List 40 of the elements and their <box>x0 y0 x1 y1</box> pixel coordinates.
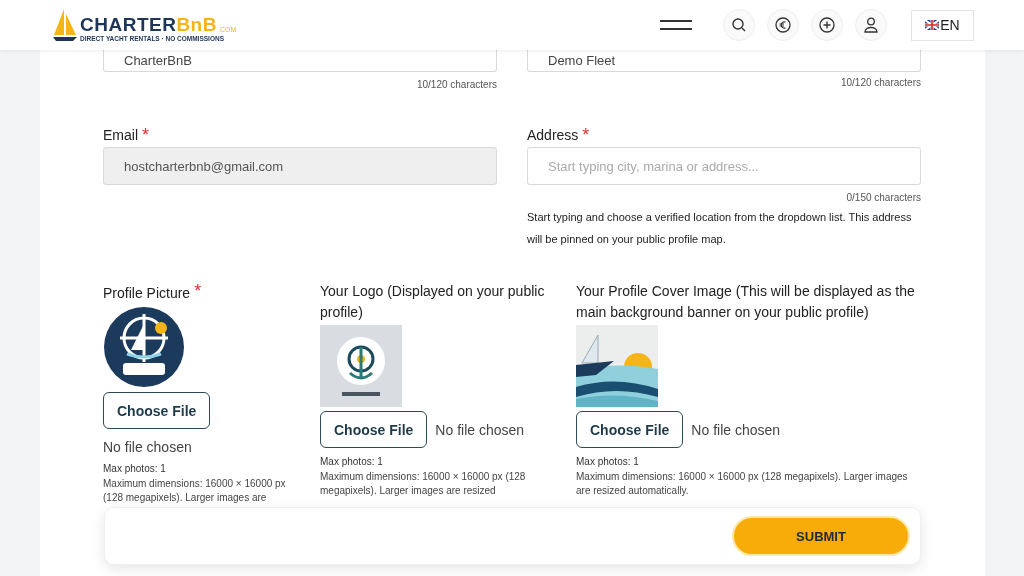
user-icon <box>864 17 878 33</box>
field-label: Your Profile Cover Image (This will be displayed as the main background banner on your public profile) <box>576 282 916 322</box>
field-label: Profile Picture <box>103 284 191 303</box>
character-counter: 10/120 characters <box>839 77 921 88</box>
dimensions-note: Maximum dimensions: 16000 × 16000 px (128 megapixels). Larger images are <box>103 477 287 505</box>
submit-button[interactable]: SUBMIT <box>732 516 910 556</box>
help-text: Start typing and choose a verified location from the dropdown list. This address will be pinned on your public profile map. <box>527 210 913 247</box>
language-button[interactable]: EN <box>911 9 974 41</box>
file-status: No file chosen <box>691 421 781 438</box>
required-asterisk: * <box>142 127 150 143</box>
dimensions-note: Maximum dimensions: 16000 × 16000 px (128 megapixels). Larger images are resized automatically. <box>576 470 909 498</box>
search-icon <box>731 17 747 33</box>
account-button[interactable] <box>855 9 887 41</box>
address-field[interactable]: Start typing city, marina or address... <box>527 147 921 185</box>
choose-file-button[interactable]: Choose File <box>103 392 211 429</box>
menu-icon[interactable] <box>659 19 693 31</box>
search-button[interactable] <box>723 9 755 41</box>
required-asterisk: * <box>582 127 590 143</box>
max-photos-text: Max photos: 1 <box>320 456 384 467</box>
max-photos-text: Max photos: 1 <box>576 456 640 467</box>
choose-file-button[interactable]: Choose File <box>320 411 428 448</box>
field-label: Email <box>103 127 138 143</box>
add-button[interactable] <box>811 9 843 41</box>
required-asterisk: * <box>194 283 202 299</box>
logo-wordmark[interactable]: CHARTERBnB <box>80 15 217 35</box>
plus-circle-icon <box>819 17 835 33</box>
field-label: Address <box>527 127 579 143</box>
file-status: No file chosen <box>103 439 192 455</box>
max-photos-text: Max photos: 1 <box>103 463 167 474</box>
flag-icon <box>925 20 940 30</box>
character-counter: 10/120 characters <box>415 79 497 90</box>
dimensions-note: Maximum dimensions: 16000 × 16000 px (128 megapixels). Larger images are resized <box>320 470 527 498</box>
character-counter: 0/150 characters <box>845 192 921 203</box>
currency-button[interactable] <box>767 9 799 41</box>
text-field[interactable]: Demo Fleet <box>527 50 921 72</box>
field-label: Your Logo (Displayed on your public profile) <box>320 282 546 322</box>
choose-file-button[interactable]: Choose File <box>576 411 684 448</box>
file-status: No file chosen <box>435 421 525 438</box>
text-field[interactable]: CharterBnB <box>103 50 497 72</box>
sailboat-icon <box>52 8 78 42</box>
